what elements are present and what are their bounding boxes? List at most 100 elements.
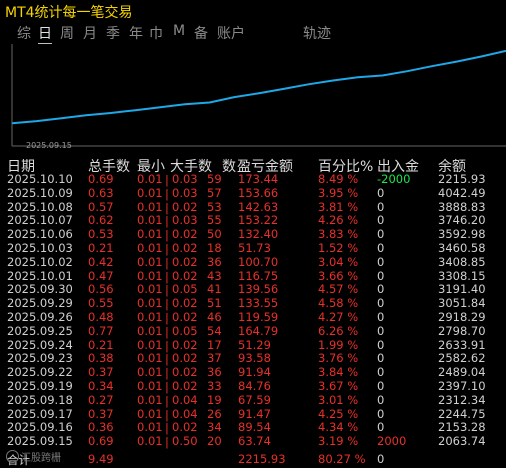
row-count: 53	[207, 199, 222, 214]
row-pct: 3.19 %	[318, 434, 359, 449]
row-date: 2025.09.29	[7, 296, 73, 311]
row-pnl: 164.79	[238, 323, 279, 338]
row-count: 41	[207, 282, 222, 297]
row-pct: 4.26 %	[318, 213, 359, 228]
row-date: 2025.10.07	[7, 213, 73, 228]
column-separator: |	[165, 435, 169, 450]
table-row: 2025.10.03 0.21 0.01 0.02 18 51.73 1.52 % 0 3460…	[0, 242, 506, 255]
row-pct: 3.81 %	[318, 199, 359, 214]
row-pnl: 142.63	[238, 199, 279, 214]
row-pct: 3.95 %	[318, 185, 359, 200]
row-date: 2025.09.19	[7, 379, 73, 393]
table-row: 2025.10.10 0.69 0.01 0.03 59 173.44 8.49 % -200…	[0, 173, 506, 186]
row-min-lot: 0.01	[137, 282, 163, 297]
row-pnl: 139.56	[238, 282, 279, 297]
column-separator: |	[165, 242, 169, 256]
row-balance: 3746.20	[438, 213, 486, 228]
row-count: 46	[207, 310, 222, 324]
row-balance: 4042.49	[438, 185, 486, 200]
row-date: 2025.10.02	[7, 254, 73, 269]
row-flow: 2000	[377, 434, 407, 449]
row-max-lot: 0.04	[172, 392, 198, 407]
row-date: 2025.09.15	[7, 434, 73, 449]
row-pnl: 51.29	[238, 337, 271, 352]
header-date: 日期	[7, 159, 35, 175]
chart-date-label: 2025.09.15	[26, 141, 72, 150]
row-min-lot: 0.01	[137, 185, 163, 200]
row-flow: 0	[377, 337, 385, 352]
row-pct: 1.99 %	[318, 337, 359, 352]
table-row: 2025.09.23 0.38 0.01 0.02 37 93.58 3.76 % 0 2582…	[0, 352, 506, 365]
table-row: 2025.10.01 0.47 0.01 0.02 43 116.75 3.66 % 0 330…	[0, 268, 506, 283]
total-row: 合计 9.49 2215.93 80.27 % 0	[0, 452, 506, 467]
table-row: 2025.09.25 0.77 0.01 0.05 54 164.79 6.26 % 0 279…	[0, 323, 506, 338]
column-separator: |	[165, 255, 169, 270]
row-pct: 3.01 %	[318, 392, 359, 407]
tab-6[interactable]: 巾	[149, 23, 163, 43]
row-date: 2025.10.01	[7, 268, 73, 283]
row-pct: 3.76 %	[318, 351, 359, 366]
row-date: 2025.10.09	[7, 185, 73, 200]
row-count: 57	[207, 185, 222, 200]
tab-2[interactable]: 周	[60, 23, 74, 43]
row-flow: 0	[377, 351, 385, 366]
row-pnl: 100.70	[238, 254, 279, 269]
row-max-lot: 0.50	[172, 434, 198, 449]
row-date: 2025.09.23	[7, 351, 73, 366]
row-flow: -2000	[377, 172, 411, 186]
row-min-lot: 0.01	[137, 406, 163, 421]
tab-7[interactable]: M	[173, 23, 185, 39]
tab-10[interactable]: 轨迹	[303, 23, 331, 43]
tab-4[interactable]: 季	[106, 23, 120, 43]
row-flow: 0	[377, 282, 385, 297]
equity-chart-svg	[11, 44, 506, 147]
total-flow: 0	[377, 452, 385, 466]
row-pct: 4.25 %	[318, 406, 359, 421]
row-max-lot: 0.02	[172, 227, 198, 242]
row-flow: 0	[377, 199, 385, 214]
row-count: 43	[207, 268, 222, 283]
row-max-lot: 0.05	[172, 282, 198, 297]
table-row: 2025.09.16 0.36 0.01 0.02 34 89.54 4.34 % 0 2153…	[0, 421, 506, 434]
row-min-lot: 0.01	[137, 323, 163, 338]
tab-5[interactable]: 年	[129, 23, 143, 43]
tab-0[interactable]: 综	[17, 23, 31, 43]
column-separator: |	[165, 214, 169, 229]
title-bar: MT4统计每一笔交易	[0, 0, 506, 21]
row-min-lot: 0.01	[137, 379, 163, 393]
row-min-lot: 0.01	[137, 392, 163, 407]
tab-9[interactable]: 账户	[217, 23, 245, 43]
row-max-lot: 0.03	[172, 172, 198, 186]
column-separator: |	[165, 338, 169, 353]
row-date: 2025.09.22	[7, 365, 73, 380]
column-separator: |	[165, 283, 169, 298]
table-row: 2025.10.08 0.57 0.01 0.02 53 142.63 3.81 % 0 388…	[0, 199, 506, 214]
row-max-lot: 0.04	[172, 406, 198, 421]
tab-1[interactable]: 日	[38, 23, 52, 44]
app-title: MT4统计每一笔交易	[5, 5, 133, 21]
row-count: 17	[207, 337, 222, 352]
row-pnl: 173.44	[238, 172, 279, 186]
table-row: 2025.09.30 0.56 0.01 0.05 41 139.56 4.57 % 0 319…	[0, 283, 506, 296]
column-separator: |	[165, 407, 169, 422]
row-balance: 2489.04	[438, 365, 486, 380]
row-balance: 2633.91	[438, 337, 486, 352]
column-separator: |	[165, 352, 169, 367]
row-pnl: 91.94	[238, 365, 271, 380]
tab-3[interactable]: 月	[83, 23, 97, 43]
row-max-lot: 0.02	[172, 310, 198, 324]
total-pct: 80.27 %	[318, 452, 366, 466]
row-total-lots: 0.21	[88, 337, 114, 352]
row-balance: 3051.84	[438, 296, 486, 311]
row-pnl: 153.22	[238, 213, 279, 228]
total-lots: 9.49	[88, 452, 114, 466]
row-flow: 0	[377, 379, 385, 393]
row-pnl: 67.59	[238, 392, 271, 407]
watermark: 汇股跨栅	[6, 449, 61, 464]
column-separator: |	[165, 324, 169, 339]
row-count: 54	[207, 323, 222, 338]
row-pnl: 132.40	[238, 227, 279, 242]
tab-8[interactable]: 备	[194, 23, 208, 43]
column-separator: |	[165, 311, 169, 325]
equity-line	[11, 49, 506, 125]
